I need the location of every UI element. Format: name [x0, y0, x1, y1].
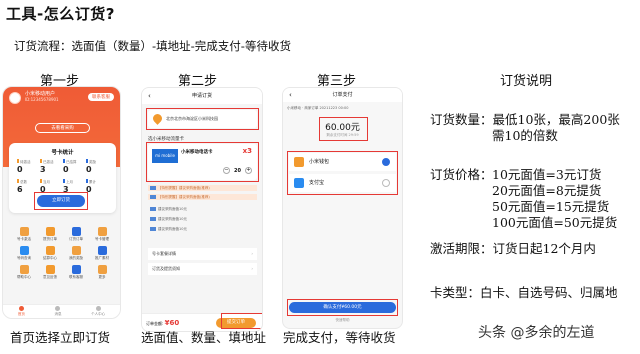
explain-heading: 订货说明 [500, 74, 553, 89]
feature-icon [97, 227, 107, 236]
price-line: 10元面值=3元订货 [492, 167, 602, 182]
tab-item[interactable]: 消息 [54, 306, 61, 317]
feature-shortcut[interactable]: 号卡管理 [89, 227, 115, 242]
feature-icon [71, 227, 81, 236]
order-note: 建议采购面值10元 [148, 216, 257, 222]
order-note: 【特别提醒】建议采购面值(推荐) [148, 185, 257, 191]
feature-shortcut[interactable]: 帮助中心 [11, 265, 37, 280]
total-label: 订单金额: [146, 321, 164, 326]
tab-item[interactable]: 个人中心 [91, 306, 105, 317]
back-icon[interactable]: ‹ [148, 88, 151, 104]
order-total: 订单金额: ¥60 [146, 319, 179, 327]
card-stats-title: 号卡统计 [51, 150, 74, 156]
price-lines: 10元面值=3元订货 20元面值=8元提货 50元面值=15元提货 100元面值=50… [492, 167, 617, 231]
step3-caption: 完成支付，等待收货 [283, 330, 396, 345]
feature-icon [45, 246, 55, 255]
step1-caption: 首页选择立即订货 [10, 330, 111, 345]
feature-shortcut[interactable]: 我的奖励 [63, 246, 89, 261]
feature-icon [19, 227, 29, 236]
price-line: 50元面值=15元提货 [492, 199, 610, 214]
highlight-box [319, 117, 368, 141]
step1-phone-screenshot: 小米移动用户 ID:12345678901 联系客服 去看看采购 号卡统计 待激… [2, 86, 121, 319]
service-button[interactable]: 联系客服 [88, 93, 114, 101]
highlight-box [146, 142, 259, 182]
stat-item: 奖励 0 [86, 159, 96, 174]
purchase-button[interactable]: 去看看采购 [35, 123, 90, 133]
stat-item: 待激活 0 [17, 159, 31, 174]
highlight-box [146, 108, 259, 130]
total-value: ¥60 [164, 319, 180, 327]
feature-grid: 号卡激活 提货订单 订货订单 号卡管理号码查询 结算中心 我的奖励 推广素材帮助中心 意见反馈… [11, 227, 115, 280]
avatar[interactable] [9, 92, 21, 104]
feature-shortcut[interactable]: 联系客服 [63, 265, 89, 280]
stat-item: 已激活 3 [40, 159, 54, 174]
feature-icon [19, 265, 29, 274]
quantity-line2: 需10的倍数 [492, 128, 558, 143]
package-details-row[interactable]: 号卡套餐详情 [148, 248, 257, 260]
price-line: 20元面值=8元提货 [492, 183, 602, 198]
price-explanation: 订货价格： [430, 167, 493, 183]
order-note: 建议采购面值10元 [148, 226, 257, 232]
step2-caption: 选面值、数量、填地址 [141, 330, 267, 345]
payment-page-header: ‹ 订单支付 [283, 88, 402, 102]
order-note: 【特别提醒】建议采购面值(推荐) [148, 194, 257, 200]
order-flow-text: 订货流程：选面值（数量）-填地址-完成支付-等待收货 [14, 39, 291, 53]
feature-shortcut[interactable]: 提货订单 [37, 227, 63, 242]
highlight-box [287, 151, 398, 195]
feature-shortcut[interactable]: 结算中心 [37, 246, 63, 261]
feature-icon [45, 265, 55, 274]
feature-icon [71, 246, 81, 255]
price-label: 订货价格： [430, 167, 493, 182]
feature-shortcut[interactable]: 号码查询 [11, 246, 37, 261]
order-page-header: ‹ 申请订货 [142, 88, 262, 104]
order-info: 小米移动 · 商家订单 20211223 00:00 [287, 106, 349, 110]
order-page-title: 申请订货 [191, 93, 212, 99]
user-name: 小米移动用户 [25, 91, 56, 97]
stat-grid: 待激活 0 已激活 3 已结算 0 奖励 0 总数 6 当月 0 上月 3 累计 0 [17, 159, 109, 194]
quantity-label: 订货数量： [430, 112, 493, 127]
step2-phone-screenshot: ‹ 申请订货 北京北京市海淀区小米科技园 选小米移动流量卡 mi mobile … [141, 87, 263, 332]
feature-shortcut[interactable]: 意见反馈 [37, 265, 63, 280]
activation-explanation: 激活期限：订货日起12个月内 [430, 241, 596, 256]
user-id: ID:12345678901 [25, 97, 59, 102]
feature-shortcut[interactable]: 号卡激活 [11, 227, 37, 242]
order-note: 建议采购面值10元 [148, 206, 257, 212]
feature-icon [97, 265, 107, 274]
page-title: 工具-怎么订货? [6, 5, 115, 23]
highlight-box [34, 192, 88, 210]
price-line: 100元面值=50元提货 [492, 215, 618, 230]
feature-shortcut[interactable]: 更多 [89, 265, 115, 280]
order-notice-row[interactable]: 订货及提货须知 [148, 263, 257, 275]
feature-icon [71, 265, 81, 274]
payment-page-title: 订单支付 [332, 92, 353, 98]
feature-shortcut[interactable]: 订货订单 [63, 227, 89, 242]
feature-icon [45, 227, 55, 236]
back-icon[interactable]: ‹ [289, 88, 292, 102]
watermark: 头条 @多余的左道 [478, 325, 595, 341]
feature-icon [97, 246, 107, 255]
feature-icon [19, 246, 29, 255]
highlight-box [287, 299, 398, 316]
feature-shortcut[interactable]: 推广素材 [89, 246, 115, 261]
help-link[interactable]: 快速帮助 [283, 318, 402, 323]
stat-item: 已结算 0 [63, 159, 77, 174]
stat-item: 累计 0 [86, 179, 96, 194]
tab-item[interactable]: 首页 [18, 306, 25, 317]
step3-phone-screenshot: ‹ 订单支付 小米移动 · 商家订单 20211223 00:00 60.00元… [282, 87, 403, 329]
quantity-explanation: 订货数量：最低10张，最高200张 需10的倍数 [430, 112, 620, 144]
tab-bar: 首页 消息 个人中心 [3, 304, 120, 318]
card-type-explanation: 卡类型：白卡、自选号码、归属地 [430, 285, 618, 300]
quantity-line1: 最低10张，最高200张 [492, 112, 620, 127]
